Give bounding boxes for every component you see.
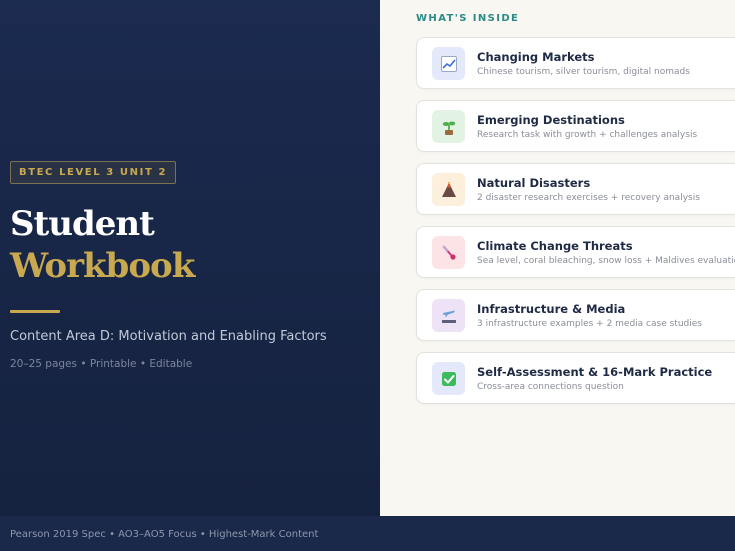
card-title: Self-Assessment & 16-Mark Practice [477, 365, 713, 379]
contents-card-infrastructure-media: Infrastructure & Media 3 infrastructure … [416, 289, 735, 341]
card-description: 2 disaster research exercises + recovery… [477, 193, 700, 203]
card-title: Changing Markets [477, 50, 595, 64]
title-workbook: Workbook [10, 246, 195, 286]
thermometer-icon [432, 236, 465, 269]
contents-card-natural-disasters: Natural Disasters 2 disaster research ex… [416, 163, 735, 215]
card-description: Research task with growth + challenges a… [477, 130, 698, 140]
level-badge: BTEC LEVEL 3 UNIT 2 [10, 161, 176, 184]
cover-meta: 20–25 pages • Printable • Editable [10, 358, 193, 370]
card-description: 3 infrastructure examples + 2 media case… [477, 319, 702, 329]
seedling-icon [432, 110, 465, 143]
contents-card-climate-change-threats: Climate Change Threats Sea level, coral … [416, 226, 735, 278]
card-description: Cross-area connections question [477, 382, 624, 392]
title-student: Student [10, 204, 155, 244]
card-title: Infrastructure & Media [477, 302, 626, 316]
contents-card-changing-markets: Changing Markets Chinese tourism, silver… [416, 37, 735, 89]
contents-card-self-assessment: Self-Assessment & 16-Mark Practice Cross… [416, 352, 735, 404]
card-title: Emerging Destinations [477, 113, 625, 127]
contents-card-emerging-destinations: Emerging Destinations Research task with… [416, 100, 735, 152]
chart-icon [432, 47, 465, 80]
contents-heading: WHAT'S INSIDE [416, 13, 520, 24]
card-title: Climate Change Threats [477, 239, 633, 253]
footer-bar: Pearson 2019 Spec • AO3–AO5 Focus • High… [0, 516, 735, 551]
footer-text: Pearson 2019 Spec • AO3–AO5 Focus • High… [10, 529, 319, 540]
card-description: Chinese tourism, silver tourism, digital… [477, 67, 690, 77]
card-title: Natural Disasters [477, 176, 591, 190]
gold-divider [10, 310, 60, 313]
checkbox-icon [432, 362, 465, 395]
cover-subtitle: Content Area D: Motivation and Enabling … [10, 329, 327, 344]
volcano-icon [432, 173, 465, 206]
card-description: Sea level, coral bleaching, snow loss + … [477, 256, 735, 266]
cover-panel: BTEC LEVEL 3 UNIT 2 Student Workbook Con… [0, 0, 380, 516]
airport-icon [432, 299, 465, 332]
